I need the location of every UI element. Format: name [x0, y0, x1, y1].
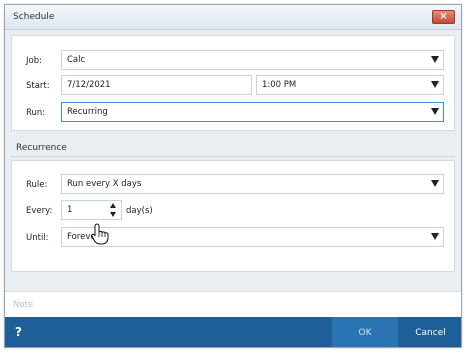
rule-label: Rule: [26, 180, 48, 190]
close-icon: × [439, 11, 448, 22]
chevron-down-icon [431, 81, 439, 88]
run-label: Run: [26, 108, 46, 118]
job-select[interactable]: Calc [61, 50, 444, 70]
rule-value: Run every X days [67, 179, 142, 189]
every-stepper[interactable]: 1 [61, 200, 122, 220]
title-bar: Schedule × [5, 5, 461, 30]
hand-pointer-icon [91, 223, 109, 245]
start-time-value: 1:00 PM [262, 80, 297, 90]
help-icon[interactable]: ? [15, 325, 22, 339]
every-value: 1 [67, 205, 73, 215]
start-time-select[interactable]: 1:00 PM [256, 75, 444, 95]
chevron-down-icon [431, 108, 439, 115]
job-value: Calc [67, 55, 86, 65]
note-field[interactable]: Note [5, 291, 461, 317]
chevron-down-icon [431, 233, 439, 240]
section-divider [11, 156, 455, 157]
until-select[interactable]: Foreve [61, 227, 444, 247]
spin-down-icon[interactable] [110, 212, 116, 217]
run-value: Recurring [67, 107, 108, 117]
ok-button[interactable]: OK [332, 317, 398, 347]
cancel-button[interactable]: Cancel [398, 317, 461, 347]
close-button[interactable]: × [432, 10, 455, 24]
rule-select[interactable]: Run every X days [61, 174, 444, 194]
every-unit-label: day(s) [126, 206, 153, 216]
start-date-value: 7/12/2021 [67, 80, 111, 90]
run-select[interactable]: Recurring [61, 102, 444, 122]
note-placeholder: Note [13, 300, 34, 310]
recurrence-section-title: Recurrence [16, 143, 67, 153]
chevron-down-icon [431, 180, 439, 187]
dialog-title: Schedule [13, 12, 55, 22]
job-label: Job: [26, 56, 42, 66]
schedule-dialog: Schedule × Job: Calc Start: 7/12/2021 1:… [4, 4, 462, 348]
every-label: Every: [26, 206, 53, 216]
start-label: Start: [26, 81, 50, 91]
start-date-field[interactable]: 7/12/2021 [61, 75, 252, 95]
chevron-down-icon [431, 56, 439, 63]
until-label: Until: [26, 233, 49, 243]
dialog-footer: ? OK Cancel [5, 317, 461, 347]
spin-up-icon[interactable] [110, 203, 116, 208]
